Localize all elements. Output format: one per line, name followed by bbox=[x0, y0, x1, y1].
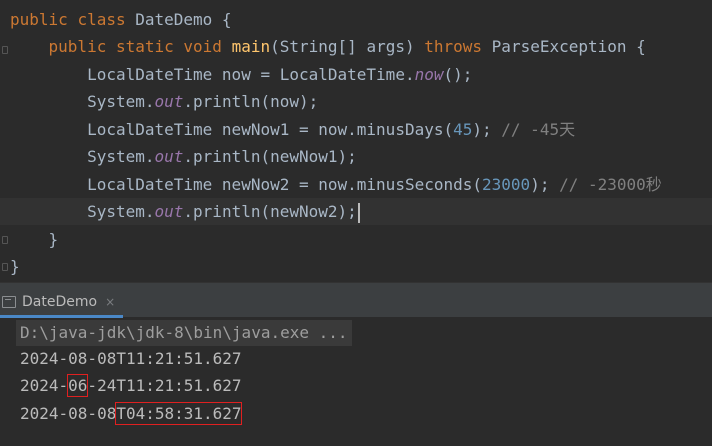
code-line[interactable]: System.out.println(newNow1); bbox=[0, 143, 712, 170]
code-token: (String[] args) bbox=[270, 37, 425, 56]
code-token: 45 bbox=[453, 120, 473, 139]
code-token: ParseException { bbox=[491, 37, 646, 56]
code-token: out bbox=[154, 92, 184, 111]
code-line[interactable]: } bbox=[0, 226, 712, 253]
fold-marker-icon[interactable] bbox=[2, 263, 8, 271]
console-output-line: 2024-08-08T11:21:51.627 bbox=[20, 349, 242, 368]
code-token: public bbox=[48, 37, 116, 56]
code-token: class bbox=[77, 10, 136, 29]
code-line[interactable]: LocalDateTime newNow2 = now.minusSeconds… bbox=[0, 171, 712, 198]
code-token: now bbox=[414, 65, 444, 84]
code-token: } bbox=[10, 230, 59, 249]
run-tool-window: DateDemo × D:\java-jdk\jdk-8\bin\java.ex… bbox=[0, 282, 712, 446]
fold-marker-icon[interactable] bbox=[2, 236, 8, 244]
code-token: ); bbox=[472, 120, 502, 139]
code-editor[interactable]: public class DateDemo { public static vo… bbox=[0, 0, 712, 282]
close-icon[interactable]: × bbox=[105, 295, 115, 309]
code-token: LocalDateTime now = LocalDateTime. bbox=[10, 65, 415, 84]
code-token: } bbox=[10, 257, 20, 276]
console-output[interactable]: D:\java-jdk\jdk-8\bin\java.exe ... 2024-… bbox=[0, 318, 712, 446]
code-token: .println(newNow2); bbox=[183, 202, 357, 221]
code-token: (); bbox=[443, 65, 473, 84]
code-token: .println(now); bbox=[183, 92, 319, 111]
code-token: void bbox=[183, 37, 232, 56]
code-token: // -45天 bbox=[501, 120, 576, 139]
code-token: LocalDateTime newNow1 = now.minusDays( bbox=[10, 120, 454, 139]
run-tab-label: DateDemo bbox=[22, 294, 98, 310]
console-command-line: D:\java-jdk\jdk-8\bin\java.exe ... bbox=[16, 320, 352, 346]
code-token: out bbox=[154, 202, 184, 221]
time-highlight-box bbox=[115, 402, 243, 425]
code-token: System. bbox=[10, 92, 155, 111]
code-line[interactable]: LocalDateTime now = LocalDateTime.now(); bbox=[0, 61, 712, 88]
code-line[interactable]: LocalDateTime newNow1 = now.minusDays(45… bbox=[0, 116, 712, 143]
code-line[interactable]: System.out.println(newNow2); bbox=[0, 198, 712, 225]
code-line[interactable]: } bbox=[0, 253, 712, 280]
month-highlight-box bbox=[67, 374, 89, 397]
code-token: System. bbox=[10, 147, 155, 166]
console-icon bbox=[2, 296, 16, 308]
code-token: out bbox=[154, 147, 184, 166]
code-token: throws bbox=[424, 37, 492, 56]
code-token: static bbox=[115, 37, 184, 56]
code-line[interactable]: System.out.println(now); bbox=[0, 88, 712, 115]
code-line[interactable]: public class DateDemo { bbox=[0, 6, 712, 33]
code-token: ); bbox=[530, 175, 560, 194]
console-output-line: 2024-06-24T11:21:51.627 bbox=[20, 376, 242, 395]
code-token: 23000 bbox=[482, 175, 531, 194]
run-tab-bar: DateDemo × bbox=[0, 282, 712, 318]
code-token: LocalDateTime newNow2 = now.minusSeconds… bbox=[10, 175, 483, 194]
code-token: public bbox=[10, 10, 78, 29]
code-token: .println(newNow1); bbox=[183, 147, 357, 166]
code-token: System. bbox=[10, 202, 155, 221]
code-line[interactable]: public static void main(String[] args) t… bbox=[0, 33, 712, 60]
code-token: DateDemo { bbox=[135, 10, 232, 29]
text-caret bbox=[357, 202, 360, 223]
fold-marker-icon[interactable] bbox=[2, 46, 8, 54]
code-token: // -23000秒 bbox=[559, 175, 662, 194]
code-token: main bbox=[231, 37, 271, 56]
run-tab[interactable]: DateDemo × bbox=[0, 289, 124, 318]
